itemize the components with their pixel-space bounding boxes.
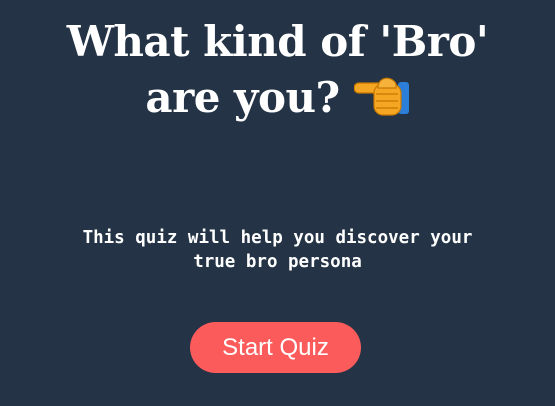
pointing-hand-icon	[353, 77, 409, 116]
quiz-title: What kind of 'Bro' are you?	[0, 14, 555, 126]
quiz-description-line-2: true bro persona	[193, 252, 362, 272]
quiz-description: This quiz will help you discover your tr…	[0, 226, 555, 274]
start-quiz-button[interactable]: Start Quiz	[190, 322, 361, 373]
quiz-title-line-2-text: are you?	[145, 73, 340, 122]
quiz-title-line-1: What kind of 'Bro'	[66, 17, 489, 66]
quiz-description-line-1: This quiz will help you discover your	[82, 228, 473, 248]
quiz-title-line-2: are you?	[0, 70, 555, 126]
